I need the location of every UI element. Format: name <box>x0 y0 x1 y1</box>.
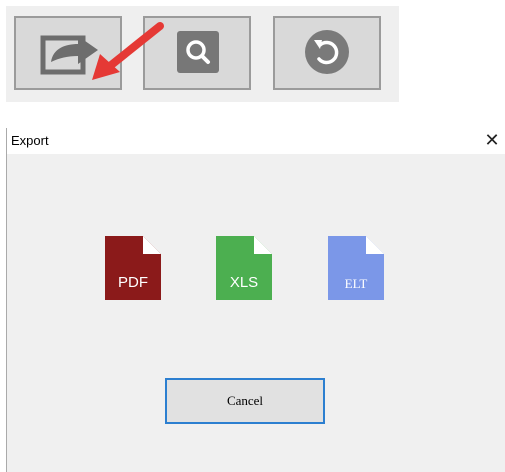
export-button[interactable] <box>14 16 122 90</box>
xls-label: XLS <box>229 274 259 291</box>
export-elt-button[interactable]: ELT <box>328 236 384 300</box>
undo-icon <box>305 30 349 74</box>
elt-label: ELT <box>344 276 368 291</box>
toolbar <box>6 6 399 102</box>
search-icon <box>177 31 219 73</box>
cancel-button[interactable]: Cancel <box>165 378 325 424</box>
export-xls-button[interactable]: XLS <box>216 236 272 300</box>
dialog-titlebar: Export ✕ <box>7 128 505 154</box>
close-icon[interactable]: ✕ <box>481 129 503 151</box>
search-button[interactable] <box>143 16 251 90</box>
pdf-label: PDF <box>118 274 148 291</box>
export-icon <box>40 35 98 75</box>
dialog-title: Export <box>11 133 49 148</box>
export-pdf-button[interactable]: PDF <box>105 236 161 300</box>
undo-button[interactable] <box>273 16 381 90</box>
export-dialog: Export ✕ PDF XLS ELT Cancel <box>6 128 505 472</box>
